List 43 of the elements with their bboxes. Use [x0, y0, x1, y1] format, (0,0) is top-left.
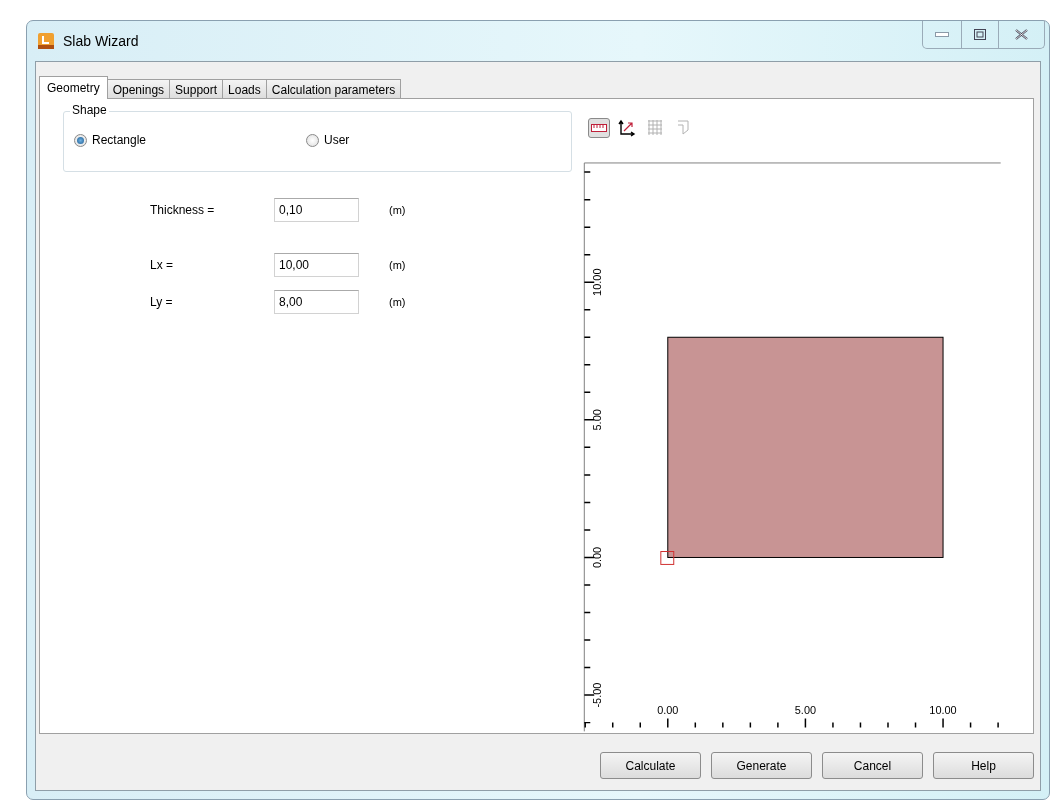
- radio-icon[interactable]: [306, 133, 319, 147]
- radio-label: User: [324, 133, 350, 147]
- unit-label: (m): [389, 296, 406, 308]
- unit-label: (m): [389, 204, 406, 216]
- minimize-icon: [935, 31, 949, 38]
- ruler-icon: [591, 123, 607, 132]
- window-title: Slab Wizard: [63, 33, 139, 49]
- tab[interactable]: Loads: [222, 79, 267, 99]
- radio-label: Rectangle: [92, 133, 147, 147]
- dialog-button[interactable]: Generate: [711, 752, 812, 779]
- group-legend: Shape: [70, 103, 109, 117]
- field-label: Thickness =: [149, 203, 216, 217]
- tab[interactable]: Openings: [106, 79, 171, 99]
- input-field[interactable]: 8,00: [274, 290, 359, 314]
- x-axis-label: 5.00: [794, 704, 817, 717]
- x-axis-label: 0.00: [657, 704, 679, 717]
- dialog-button[interactable]: Calculate: [600, 752, 701, 779]
- tab[interactable]: Calculation parameters: [265, 79, 402, 99]
- tab[interactable]: Geometry: [39, 76, 108, 99]
- field-label: Ly =: [149, 295, 174, 309]
- y-axis-label: 10.00: [591, 268, 604, 296]
- dialog-button[interactable]: Help: [933, 752, 1034, 779]
- dialog-button[interactable]: Cancel: [822, 752, 923, 779]
- tab[interactable]: Support: [169, 79, 224, 99]
- radio-icon[interactable]: [74, 133, 87, 147]
- toolbar-button[interactable]: [588, 117, 610, 138]
- radio-option[interactable]: User: [306, 133, 538, 147]
- field-label: Lx =: [149, 258, 174, 272]
- outline-icon: [677, 120, 689, 136]
- input-field[interactable]: 0,10: [274, 198, 359, 222]
- y-axis-label: -5.00: [591, 682, 604, 708]
- x-axis-label: 10.00: [929, 704, 957, 717]
- y-axis-label: 0.00: [591, 546, 604, 568]
- maximize-icon: [974, 29, 986, 40]
- input-field[interactable]: 10,00: [274, 253, 359, 277]
- close-icon: [1015, 29, 1028, 40]
- y-axis-label: 5.00: [591, 408, 604, 431]
- unit-label: (m): [389, 259, 406, 271]
- grid-icon: [648, 120, 662, 136]
- radio-option[interactable]: Rectangle: [74, 133, 306, 147]
- origin-marker: [660, 550, 675, 565]
- axes-icon: [618, 118, 636, 137]
- app-icon: [37, 32, 55, 50]
